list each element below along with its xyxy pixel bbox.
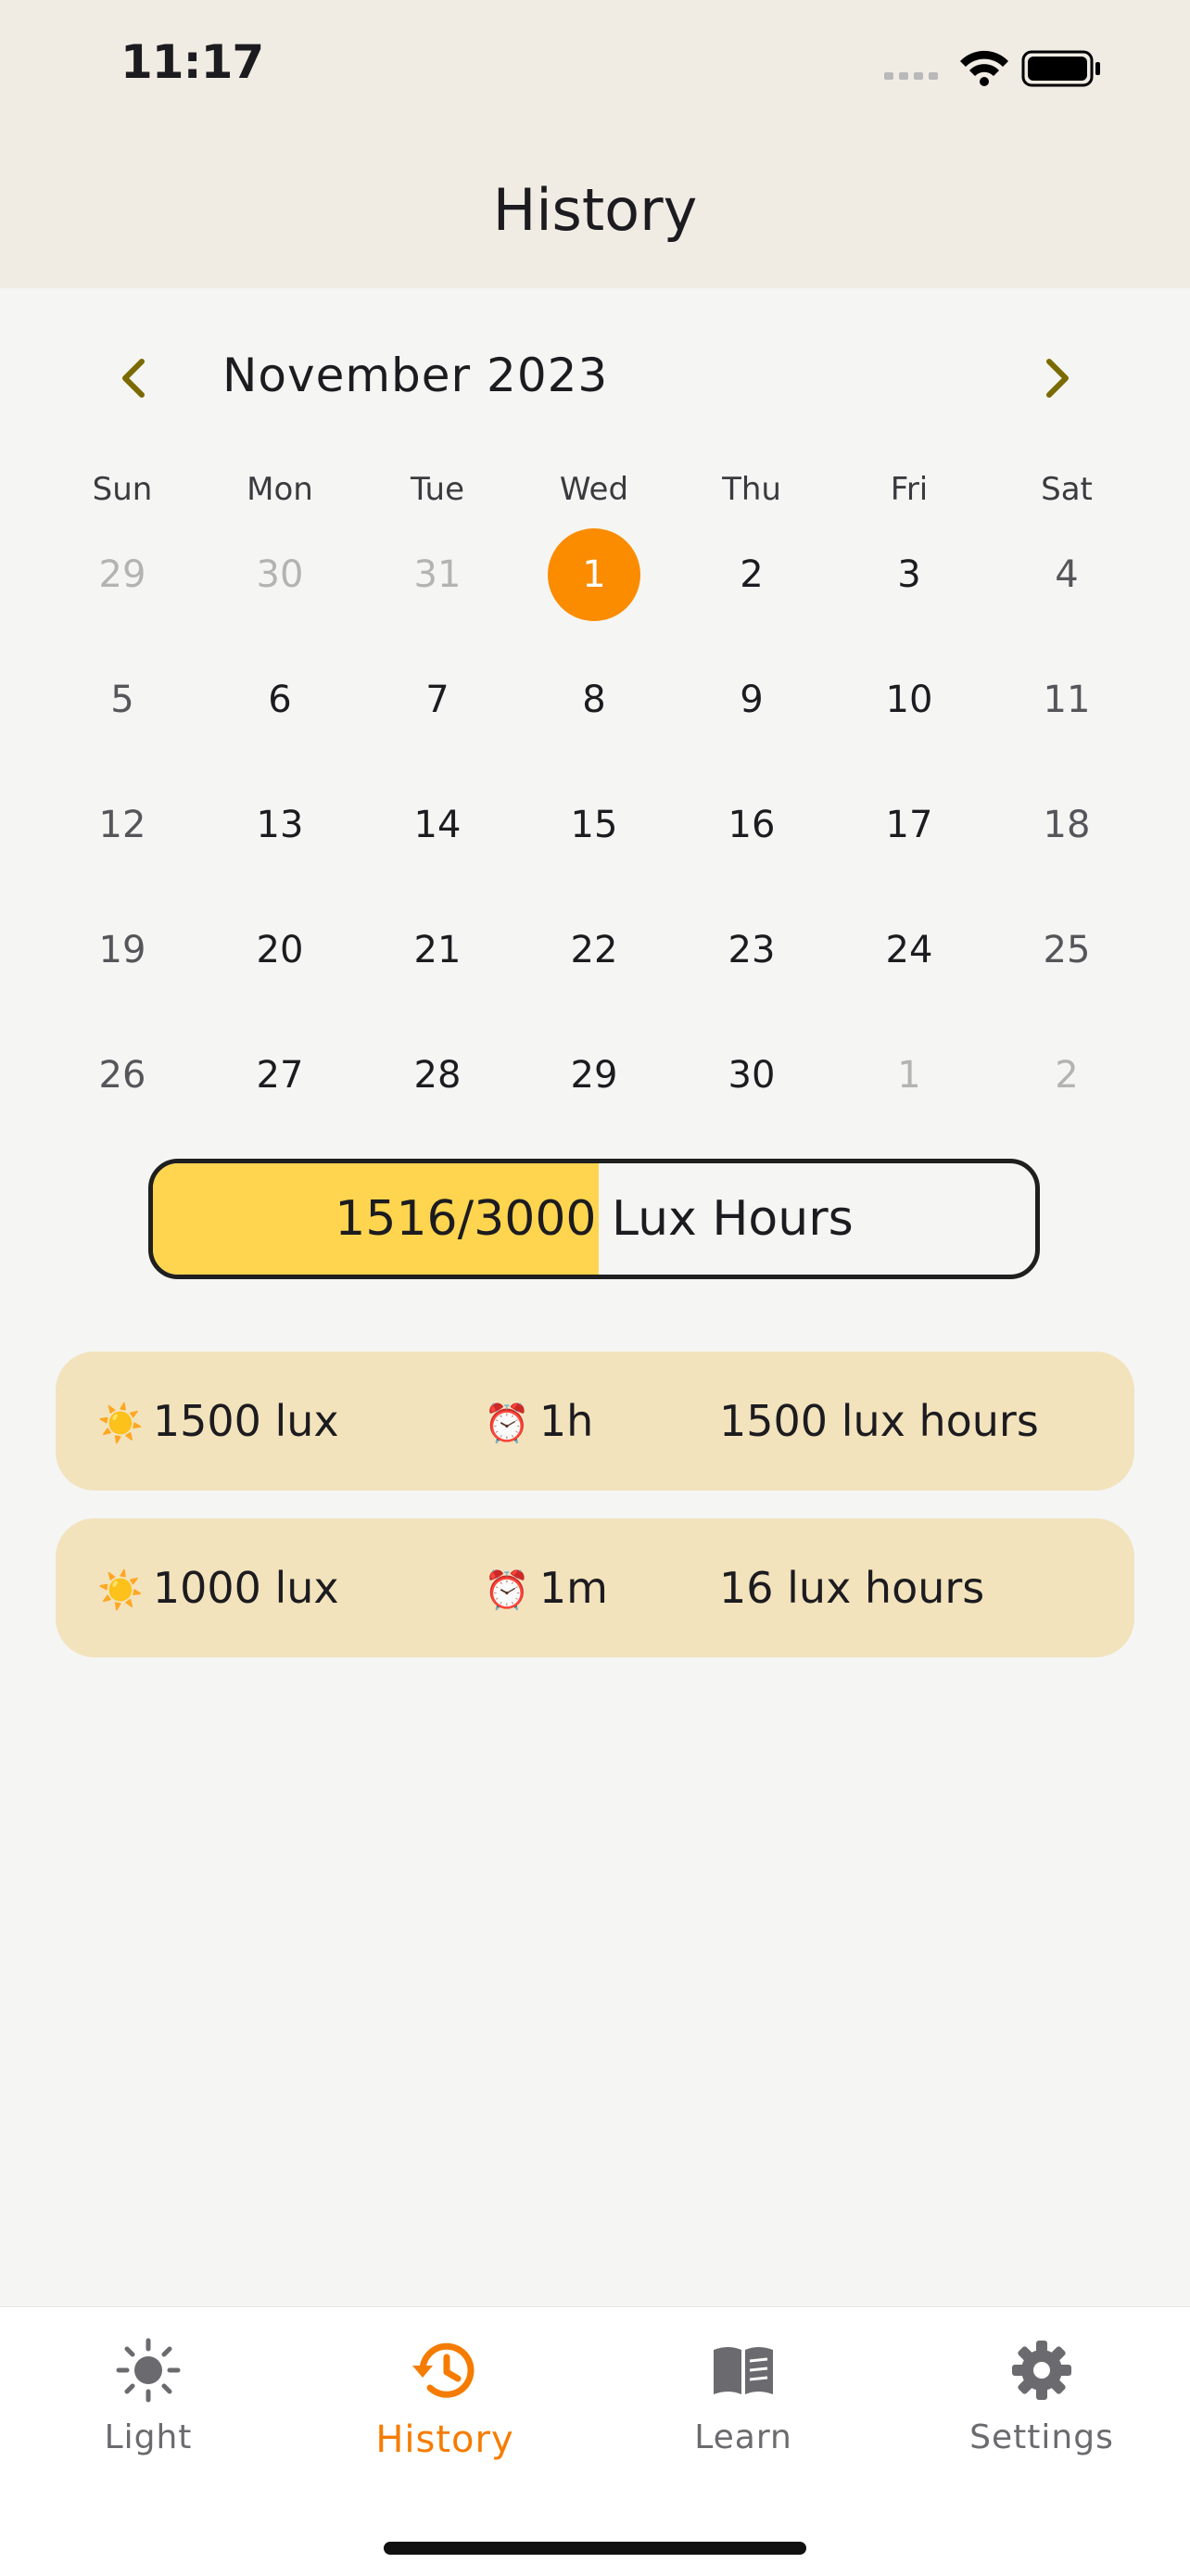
weekday-label: Mon: [247, 471, 313, 508]
history-icon: [412, 2342, 475, 2398]
chevron-right-icon: [1046, 359, 1069, 398]
nav-item-light[interactable]: Light: [0, 2335, 297, 2493]
status-icons: [884, 50, 1100, 87]
calendar-day[interactable]: 21: [359, 904, 516, 996]
calendar-day[interactable]: 10: [830, 654, 988, 746]
nav-label: Light: [104, 2418, 193, 2456]
nav-item-history[interactable]: History: [297, 2335, 593, 2493]
battery-icon: [1021, 50, 1100, 87]
nav-label: Settings: [969, 2418, 1114, 2456]
calendar-day[interactable]: 23: [673, 904, 830, 996]
calendar-day[interactable]: 24: [830, 904, 988, 996]
month-label: November 2023: [222, 349, 609, 402]
next-month-button[interactable]: [1029, 350, 1084, 406]
calendar-day[interactable]: 16: [673, 779, 830, 871]
bottom-navigation: Light History Learn Settings: [0, 2306, 1190, 2576]
calendar-day[interactable]: 29: [515, 1029, 673, 1122]
calendar-day[interactable]: 27: [201, 1029, 359, 1122]
calendar-day[interactable]: 8: [515, 654, 673, 746]
calendar-day[interactable]: 18: [988, 779, 1146, 871]
session-lux: ☀️ 1000 lux: [97, 1563, 339, 1613]
sun-icon: [116, 2338, 181, 2403]
calendar-day[interactable]: 14: [359, 779, 516, 871]
session-lux: ☀️ 1500 lux: [97, 1396, 339, 1446]
status-time: 11:17: [120, 35, 264, 89]
session-card[interactable]: ☀️ 1000 lux ⏰ 1m 16 lux hours: [56, 1518, 1134, 1657]
sun-emoji-icon: ☀️: [97, 1569, 144, 1612]
session-duration: ⏰ 1h: [484, 1396, 594, 1446]
calendar-day[interactable]: 2: [673, 528, 830, 621]
lux-hours-progress-bar: 1516/3000 Lux Hours: [148, 1159, 1040, 1279]
alarm-clock-icon: ⏰: [484, 1569, 530, 1612]
wifi-icon: [960, 50, 1008, 86]
page-title: History: [492, 176, 698, 244]
calendar-day[interactable]: 6: [201, 654, 359, 746]
calendar-day[interactable]: 12: [44, 779, 201, 871]
weekday-label: Wed: [559, 471, 629, 508]
nav-label: History: [375, 2418, 514, 2461]
calendar-day[interactable]: 28: [359, 1029, 516, 1122]
home-indicator: [384, 2542, 806, 2555]
calendar-day[interactable]: 29: [44, 528, 201, 621]
weekday-label: Thu: [722, 471, 781, 508]
calendar-day[interactable]: 17: [830, 779, 988, 871]
calendar-day[interactable]: 7: [359, 654, 516, 746]
calendar-day[interactable]: 26: [44, 1029, 201, 1122]
calendar-day[interactable]: 9: [673, 654, 830, 746]
session-duration: ⏰ 1m: [484, 1563, 608, 1613]
calendar-day[interactable]: 13: [201, 779, 359, 871]
calendar-day[interactable]: 31: [359, 528, 516, 621]
nav-label: Learn: [694, 2418, 792, 2456]
calendar-day[interactable]: 4: [988, 528, 1146, 621]
top-bar: 11:17 History: [0, 0, 1190, 288]
calendar-day[interactable]: 5: [44, 654, 201, 746]
calendar-day[interactable]: 19: [44, 904, 201, 996]
calendar-day[interactable]: 22: [515, 904, 673, 996]
calendar-day[interactable]: 3: [830, 528, 988, 621]
sun-emoji-icon: ☀️: [97, 1402, 144, 1445]
cellular-signal-icon: [884, 72, 938, 80]
book-icon: [714, 2347, 773, 2394]
session-card[interactable]: ☀️ 1500 lux ⏰ 1h 1500 lux hours: [56, 1351, 1134, 1491]
calendar-day[interactable]: 11: [988, 654, 1146, 746]
calendar-day[interactable]: 15: [515, 779, 673, 871]
calendar-day-selected[interactable]: 1: [515, 528, 673, 621]
progress-label: 1516/3000 Lux Hours: [335, 1191, 854, 1247]
calendar-day[interactable]: 25: [988, 904, 1146, 996]
weekday-label: Sun: [92, 471, 153, 508]
session-lux-hours: 16 lux hours: [719, 1563, 985, 1613]
calendar-day[interactable]: 30: [673, 1029, 830, 1122]
weekday-label: Fri: [890, 471, 929, 508]
session-lux-hours: 1500 lux hours: [719, 1396, 1039, 1446]
alarm-clock-icon: ⏰: [484, 1402, 530, 1445]
calendar-day[interactable]: 1: [830, 1029, 988, 1122]
previous-month-button[interactable]: [107, 350, 162, 406]
calendar-day[interactable]: 30: [201, 528, 359, 621]
weekday-label: Tue: [410, 471, 465, 508]
calendar-day[interactable]: 2: [988, 1029, 1146, 1122]
nav-item-learn[interactable]: Learn: [595, 2335, 892, 2493]
weekday-label: Sat: [1041, 471, 1093, 508]
chevron-left-icon: [122, 359, 145, 398]
nav-item-settings[interactable]: Settings: [893, 2335, 1190, 2493]
calendar-day[interactable]: 20: [201, 904, 359, 996]
gear-icon: [1012, 2341, 1071, 2400]
